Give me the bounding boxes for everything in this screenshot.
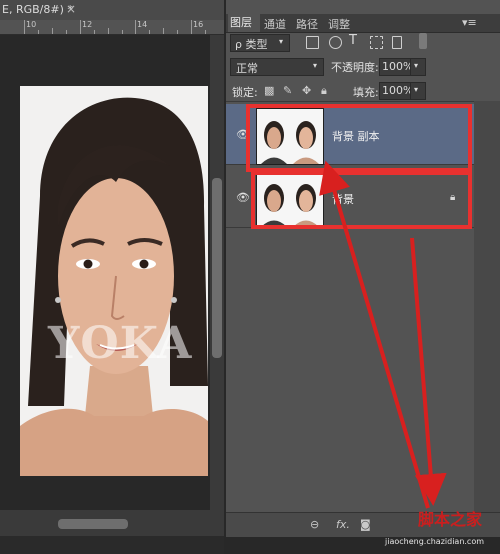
tab-channels[interactable]: 通道 xyxy=(264,16,286,32)
tab-paths[interactable]: 路径 xyxy=(296,16,318,32)
horizontal-ruler: 10 12 14 16 xyxy=(0,20,224,35)
close-icon[interactable]: × xyxy=(66,2,76,16)
opacity-input[interactable]: 100% xyxy=(379,58,414,76)
chevron-down-icon: ▾ xyxy=(279,37,284,46)
lock-label: 锁定: xyxy=(232,86,258,99)
highlight-box-copy-layer xyxy=(246,104,472,172)
visibility-eye-icon[interactable]: 👁︎ xyxy=(236,191,250,204)
document-tab-title[interactable]: E, RGB/8#) * xyxy=(2,3,73,16)
panel-scrollbar[interactable] xyxy=(474,101,500,531)
image-filter-icon[interactable] xyxy=(306,36,319,49)
site-watermark-title: 脚本之家 xyxy=(418,510,483,529)
type-filter-icon[interactable]: T xyxy=(349,33,357,48)
chevron-down-icon: ▾ xyxy=(414,61,419,70)
ruler-label: 10 xyxy=(26,20,37,29)
ruler-label: 14 xyxy=(137,20,148,29)
vertical-scroll-thumb[interactable] xyxy=(212,178,222,358)
opacity-dropdown-button[interactable]: ▾ xyxy=(410,58,426,76)
layer-kind-filter[interactable]: ρ 类型 ▾ xyxy=(230,34,290,52)
tab-adjustments[interactable]: 调整 xyxy=(328,16,350,32)
opacity-label: 不透明度: xyxy=(331,61,379,74)
status-bar xyxy=(0,536,224,554)
lock-position-icon[interactable]: ✥ xyxy=(302,84,311,97)
blend-mode-select[interactable]: 正常 ▾ xyxy=(230,58,324,76)
panel-tab-bar: 图层 通道 路径 调整 xyxy=(226,14,500,33)
highlight-box-background-layer xyxy=(251,171,472,229)
fill-dropdown-button[interactable]: ▾ xyxy=(410,82,426,100)
filter-kind-label: ρ 类型 xyxy=(235,38,268,51)
opacity-value: 100% xyxy=(382,60,414,73)
filter-toggle-switch[interactable] xyxy=(419,33,427,49)
chevron-down-icon: ▾ xyxy=(414,85,419,94)
lock-transparent-pixels-icon[interactable]: ▩ xyxy=(264,84,274,97)
shape-filter-icon[interactable] xyxy=(370,36,383,49)
lock-all-icon[interactable]: 🔒︎ xyxy=(321,84,327,98)
adjustment-filter-icon[interactable] xyxy=(329,36,342,49)
fill-input[interactable]: 100% xyxy=(379,82,414,100)
lock-image-pixels-icon[interactable]: ✎ xyxy=(283,84,292,97)
horizontal-scroll-thumb[interactable] xyxy=(58,519,128,529)
panel-menu-icon[interactable]: ▾≡ xyxy=(462,16,477,29)
mask-icon[interactable]: ◙ xyxy=(360,518,371,531)
blend-mode-value: 正常 xyxy=(236,62,258,75)
portrait-photo[interactable] xyxy=(20,86,208,476)
site-watermark-url: jiaocheng.chazidian.com xyxy=(385,537,485,546)
ruler-label: 12 xyxy=(82,20,93,29)
link-icon[interactable]: ⊖ xyxy=(310,518,319,531)
ruler-label: 16 xyxy=(193,20,204,29)
fill-label: 填充: xyxy=(353,86,379,99)
tab-layers[interactable]: 图层 xyxy=(228,14,260,32)
fx-icon[interactable]: fx. xyxy=(336,518,350,531)
photo-watermark: YOKA xyxy=(48,318,193,369)
chevron-down-icon: ▾ xyxy=(313,61,318,70)
fill-value: 100% xyxy=(382,84,414,97)
smart-object-filter-icon[interactable] xyxy=(392,36,402,49)
